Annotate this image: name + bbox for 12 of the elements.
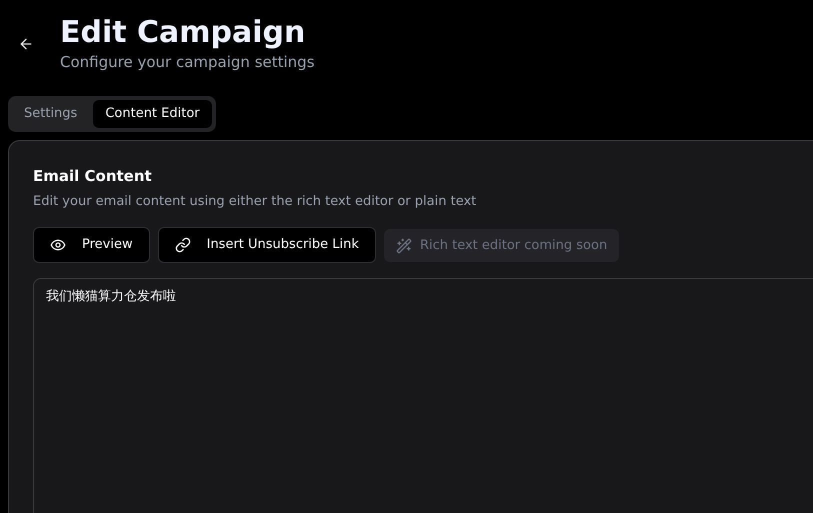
- magic-wand-icon: [396, 238, 412, 254]
- page-subtitle: Configure your campaign settings: [60, 52, 315, 72]
- link-icon: [174, 237, 191, 253]
- content-editor-field[interactable]: 我们懒猫算力仓发布啦: [33, 278, 813, 513]
- eye-icon: [50, 237, 66, 253]
- toolbar-button[interactable]: Insert Unsubscribe Link: [158, 227, 376, 263]
- card-description: Edit your email content using either the rich text editor or plain text: [33, 192, 478, 210]
- toolbar-button[interactable]: Preview: [33, 227, 150, 263]
- page-title: Edit Campaign: [60, 14, 306, 52]
- tab[interactable]: Content Editor: [93, 100, 212, 128]
- tab[interactable]: Settings: [12, 100, 90, 128]
- card-title: Email Content: [33, 166, 153, 187]
